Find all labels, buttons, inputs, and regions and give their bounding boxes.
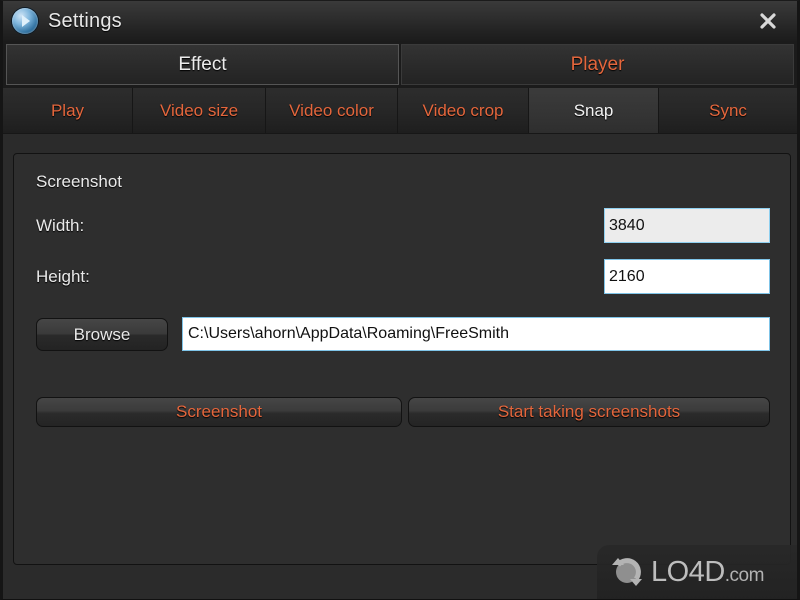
tab-snap[interactable]: Snap [529, 88, 660, 133]
tab-video-crop[interactable]: Video crop [398, 88, 530, 133]
tab-video-size-label: Video size [159, 100, 239, 120]
snap-settings-panel: Screenshot Width: Height: Browse Screens… [13, 153, 791, 565]
tab-video-crop-label: Video crop [422, 100, 504, 120]
segment-player-label: Player [570, 53, 625, 75]
tab-play[interactable]: Play [3, 88, 134, 133]
tab-video-color[interactable]: Video color [266, 88, 399, 133]
height-input[interactable] [604, 259, 770, 294]
save-path-input[interactable] [182, 317, 770, 351]
title-bar: Settings [3, 1, 797, 42]
screenshot-button-label: Screenshot [176, 402, 262, 421]
width-label: Width: [36, 216, 85, 235]
settings-window: Settings Effect Player Play Video size V… [0, 0, 800, 600]
mode-segment-row: Effect Player [3, 41, 797, 88]
start-taking-screenshots-button[interactable]: Start taking screenshots [408, 397, 770, 427]
tab-strip: Play Video size Video color Video crop S… [3, 88, 797, 134]
tab-play-label: Play [50, 100, 85, 120]
tab-snap-label: Snap [573, 100, 614, 120]
section-title-screenshot: Screenshot [36, 172, 122, 191]
segment-effect[interactable]: Effect [6, 44, 399, 85]
window-title: Settings [48, 9, 122, 32]
start-taking-screenshots-label: Start taking screenshots [497, 402, 681, 421]
browse-button[interactable]: Browse [36, 318, 168, 351]
tab-sync-label: Sync [709, 100, 747, 120]
tab-sync[interactable]: Sync [659, 88, 797, 133]
segment-effect-label: Effect [178, 53, 227, 75]
window-footer [3, 568, 797, 599]
screenshot-button[interactable]: Screenshot [36, 397, 402, 427]
close-icon [760, 13, 776, 29]
height-label: Height: [36, 267, 90, 286]
tab-video-color-label: Video color [289, 100, 374, 120]
browse-button-label: Browse [73, 324, 131, 344]
tab-video-size[interactable]: Video size [133, 88, 267, 133]
width-input[interactable] [604, 208, 770, 243]
media-player-icon [12, 8, 38, 34]
close-button[interactable] [753, 8, 783, 34]
segment-player[interactable]: Player [401, 44, 794, 85]
